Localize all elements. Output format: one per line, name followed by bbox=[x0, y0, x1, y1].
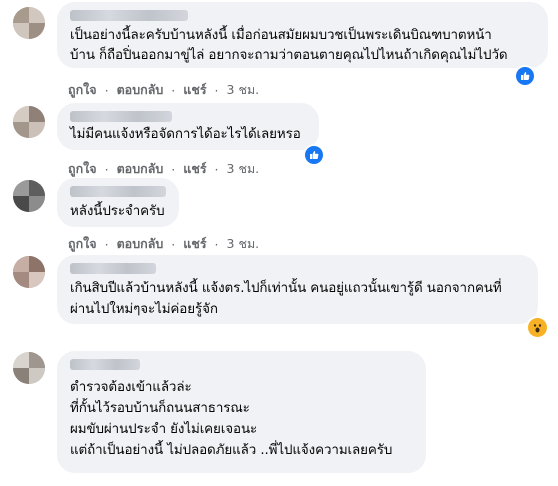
separator-dot: · bbox=[171, 236, 176, 252]
separator-dot: · bbox=[104, 82, 109, 98]
comment-bubble: เป็นอย่างนี้ละครับบ้านหลังนี้ เมื่อก่อนส… bbox=[57, 2, 548, 68]
comment-actions: ถูกใจ · ตอบกลับ · แชร์ · 3 ชม. bbox=[68, 159, 259, 179]
share-button[interactable]: แชร์ bbox=[183, 159, 206, 179]
like-button[interactable]: ถูกใจ bbox=[68, 80, 97, 100]
comment-text-line: ผมขับผ่านประจำ ยังไม่เคยเจอนะ bbox=[70, 422, 258, 437]
separator-dot: · bbox=[104, 236, 109, 252]
separator-dot: · bbox=[171, 82, 176, 98]
separator-dot: · bbox=[214, 161, 219, 177]
comment-text-line: แต่ถ้าเป็นอย่างนี้ ไม่ปลอดภัยแล้ว ..พี่ไ… bbox=[70, 443, 393, 458]
reply-button[interactable]: ตอบกลับ bbox=[117, 80, 164, 100]
separator-dot: · bbox=[104, 161, 109, 177]
like-icon[interactable] bbox=[516, 67, 534, 85]
comment-actions: ถูกใจ · ตอบกลับ · แชร์ · 3 ชม. bbox=[68, 80, 259, 100]
separator-dot: · bbox=[214, 82, 219, 98]
avatar[interactable] bbox=[13, 256, 45, 288]
comment-text-line: บ้าน ก็ถือปิ่นออกมาขู่ไล่ อยากจะถามว่าตอ… bbox=[70, 48, 508, 63]
author-name-redacted[interactable] bbox=[70, 263, 156, 274]
avatar[interactable] bbox=[13, 106, 45, 138]
separator-dot: · bbox=[214, 236, 219, 252]
separator-dot: · bbox=[171, 161, 176, 177]
timestamp[interactable]: 3 ชม. bbox=[227, 234, 260, 254]
comment-text-line: ที่กั้นไว้รอบบ้านก็ถนนสาธารณะ bbox=[70, 401, 250, 416]
reply-button[interactable]: ตอบกลับ bbox=[117, 234, 164, 254]
reply-button[interactable]: ตอบกลับ bbox=[117, 159, 164, 179]
like-button[interactable]: ถูกใจ bbox=[68, 234, 97, 254]
like-icon[interactable] bbox=[305, 146, 323, 164]
comment-text-line: ผ่านไปใหม่ๆจะไม่ค่อยรู้จัก bbox=[70, 302, 218, 317]
comment-bubble: ตำรวจต้องเข้าแล้วล่ะ ที่กั้นไว้รอบบ้านก็… bbox=[57, 351, 426, 473]
timestamp[interactable]: 3 ชม. bbox=[227, 80, 260, 100]
comment-text-line: ตำรวจต้องเข้าแล้วล่ะ bbox=[70, 380, 192, 395]
comment-text-line: เป็นอย่างนี้ละครับบ้านหลังนี้ เมื่อก่อนส… bbox=[70, 28, 492, 43]
avatar[interactable] bbox=[13, 180, 45, 212]
timestamp[interactable]: 3 ชม. bbox=[227, 159, 260, 179]
like-button[interactable]: ถูกใจ bbox=[68, 159, 97, 179]
avatar[interactable] bbox=[13, 352, 45, 384]
comment-actions: ถูกใจ · ตอบกลับ · แชร์ · 3 ชม. bbox=[68, 234, 259, 254]
comment-bubble: เกินสิบปีแล้วบ้านหลังนี้ แจ้งตร.ไปก็เท่า… bbox=[57, 255, 538, 324]
comment-text-line: หลังนี้ประจำครับ bbox=[70, 204, 165, 219]
share-button[interactable]: แชร์ bbox=[183, 234, 206, 254]
comment-bubble: หลังนี้ประจำครับ bbox=[57, 178, 179, 227]
author-name-redacted[interactable] bbox=[70, 111, 172, 122]
comment-text-line: เกินสิบปีแล้วบ้านหลังนี้ แจ้งตร.ไปก็เท่า… bbox=[70, 281, 502, 296]
comment-bubble: ไม่มีคนแจ้งหรือจัดการได้อะไรได้เลยหรอ bbox=[57, 103, 319, 150]
author-name-redacted[interactable] bbox=[70, 10, 188, 21]
author-name-redacted[interactable] bbox=[70, 359, 140, 370]
author-name-redacted[interactable] bbox=[70, 186, 166, 197]
avatar[interactable] bbox=[13, 7, 45, 39]
share-button[interactable]: แชร์ bbox=[183, 80, 206, 100]
wow-icon[interactable] bbox=[528, 318, 547, 337]
comment-text-line: ไม่มีคนแจ้งหรือจัดการได้อะไรได้เลยหรอ bbox=[70, 127, 301, 142]
